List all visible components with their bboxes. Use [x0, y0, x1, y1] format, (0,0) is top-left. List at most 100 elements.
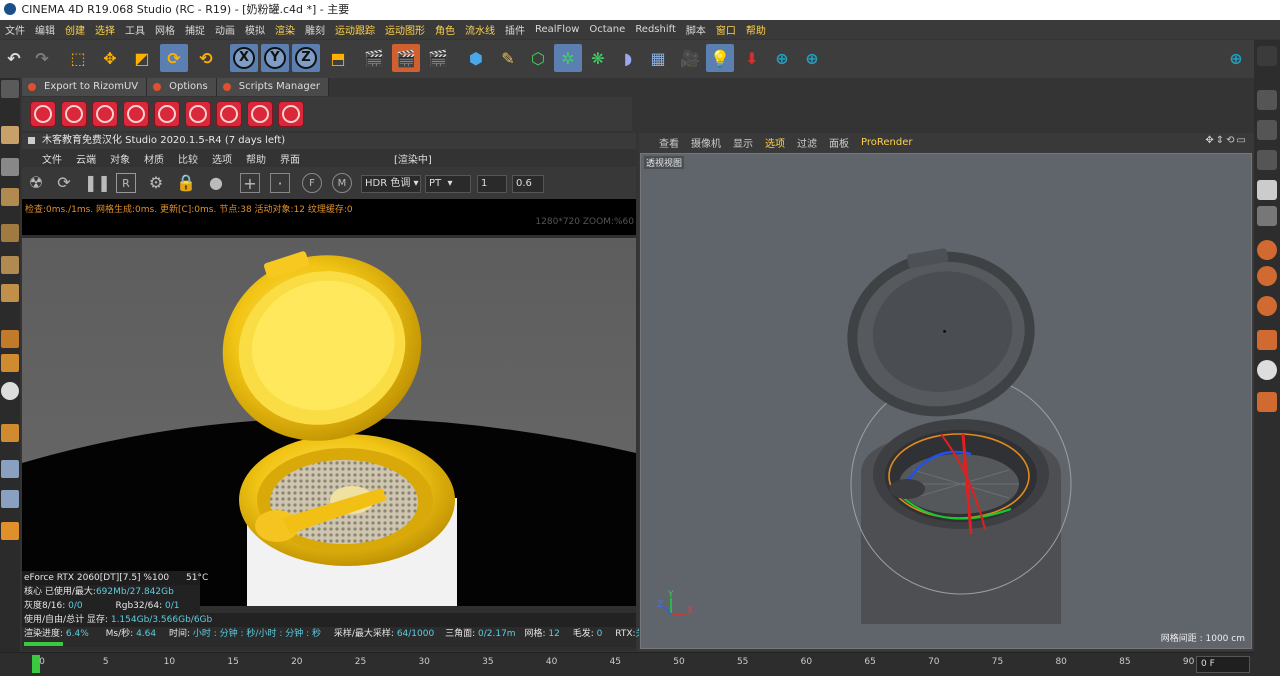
menu-item[interactable]: 网格	[150, 22, 180, 37]
viewport-menu-item[interactable]: 选项	[765, 135, 785, 150]
menu-item[interactable]: 选择	[90, 22, 120, 37]
weight-icon[interactable]	[1257, 296, 1277, 316]
viewport-menu-item[interactable]: 过滤	[797, 135, 817, 150]
workplane-lock-icon[interactable]	[1, 490, 19, 508]
render-menu-item[interactable]: 文件	[42, 151, 62, 166]
viewport-menu-item[interactable]: 摄像机	[691, 135, 721, 150]
pause-render-icon[interactable]: ❚❚	[84, 173, 111, 193]
viewport-nav-icons[interactable]: ✥⇕⟲▭	[1205, 135, 1248, 146]
attribute-icon[interactable]	[1257, 180, 1277, 200]
tag-icon[interactable]	[1257, 90, 1277, 110]
tab-export-rizomuv[interactable]: Export to RizomUV	[22, 78, 148, 96]
sky-icon[interactable]: ⊕	[768, 44, 796, 72]
tweak-mode-icon[interactable]	[1, 354, 19, 372]
edges-mode-icon[interactable]	[1, 256, 19, 274]
plugin-button-icon[interactable]	[185, 101, 211, 127]
add-region-icon[interactable]: +	[240, 173, 260, 193]
menu-item[interactable]: 脚本	[681, 22, 711, 37]
texture-mode-icon[interactable]	[1, 158, 19, 176]
z-axis-lock-button[interactable]: Z	[292, 44, 320, 72]
menu-item[interactable]: 流水线	[460, 22, 500, 37]
kernel-mode-select[interactable]: PT ▾	[425, 175, 471, 193]
undo-icon[interactable]: ↶	[0, 44, 28, 72]
palette-icon[interactable]	[1257, 46, 1277, 66]
make-editable-icon[interactable]	[1, 80, 19, 98]
deformer-icon[interactable]: ❋	[584, 44, 612, 72]
drop-object-icon[interactable]: ⬇	[738, 44, 766, 72]
render-menu-item[interactable]: 帮助	[246, 151, 266, 166]
layout-globe-icon[interactable]: ⊕	[1222, 44, 1250, 72]
menu-item[interactable]: 雕刻	[300, 22, 330, 37]
solo-icon[interactable]	[1, 382, 19, 400]
material-pick-icon[interactable]: M	[332, 173, 352, 193]
plugin-button-icon[interactable]	[247, 101, 273, 127]
render-menu-item[interactable]: 选项	[212, 151, 232, 166]
menu-item[interactable]: 文件	[0, 22, 30, 37]
menu-item[interactable]: 运动图形	[380, 22, 430, 37]
joint-icon[interactable]	[1257, 206, 1277, 226]
live-selection-icon[interactable]: ⬚	[64, 44, 92, 72]
viewport-menu-item[interactable]: ProRender	[861, 137, 912, 148]
bone-icon[interactable]	[1257, 360, 1277, 380]
array-icon[interactable]: ✲	[554, 44, 582, 72]
restart-render-icon[interactable]: ⟳	[54, 173, 74, 193]
focus-pick-icon[interactable]: ·	[270, 173, 290, 193]
hdr-tone-select[interactable]: HDR 色调 ▾	[361, 175, 421, 193]
menu-item[interactable]: 插件	[500, 22, 530, 37]
coordinate-system-icon[interactable]: ⬒	[324, 44, 352, 72]
current-frame-field[interactable]: 0 F	[1196, 656, 1250, 673]
render-region-icon[interactable]: 🎬	[392, 44, 420, 72]
render-menu-item[interactable]: 界面	[280, 151, 300, 166]
axis-mode-icon[interactable]	[1, 330, 19, 348]
render-menu-item[interactable]: 对象	[110, 151, 130, 166]
search-icon[interactable]	[1257, 392, 1277, 412]
menu-item[interactable]: 创建	[60, 22, 90, 37]
send-scene-icon[interactable]: ☢	[26, 173, 46, 193]
lock-icon[interactable]: 🔒	[176, 173, 196, 193]
model-mode-icon[interactable]	[1, 126, 19, 144]
menu-item[interactable]: 捕捉	[180, 22, 210, 37]
tab-scripts-manager[interactable]: Scripts Manager	[216, 78, 329, 96]
viewport-menu-item[interactable]: 面板	[829, 135, 849, 150]
menu-item[interactable]: 运动跟踪	[330, 22, 380, 37]
plugin-button-icon[interactable]	[278, 101, 304, 127]
workplane-mode-icon[interactable]	[1, 188, 19, 206]
menu-item[interactable]: 帮助	[741, 22, 771, 37]
floor-icon[interactable]: ▦	[644, 44, 672, 72]
film-settings-icon[interactable]: F	[302, 173, 322, 193]
clay-mode-icon[interactable]: ●	[206, 173, 226, 193]
redo-icon[interactable]: ↷	[28, 44, 56, 72]
render-menu-item[interactable]: 比较	[178, 151, 198, 166]
generator-icon[interactable]: ⬡	[524, 44, 552, 72]
menu-item[interactable]: RealFlow	[530, 24, 584, 35]
menu-item[interactable]: Redshift	[630, 24, 681, 35]
viewport-menu-item[interactable]: 查看	[659, 135, 679, 150]
quantize-icon[interactable]	[1, 460, 19, 478]
rotate-tool-icon[interactable]: ⟳	[160, 44, 188, 72]
cube-primitive-icon[interactable]: ⬢	[462, 44, 490, 72]
plugin-button-icon[interactable]	[216, 101, 242, 127]
sculpt-icon[interactable]	[1257, 150, 1277, 170]
move-tool-icon[interactable]: ✥	[96, 44, 124, 72]
render-menu-item[interactable]: 材质	[144, 151, 164, 166]
spin-value-2[interactable]: 0.6	[512, 175, 544, 193]
snap-icon[interactable]	[1, 424, 19, 442]
menu-item[interactable]: 工具	[120, 22, 150, 37]
tab-options[interactable]: Options	[147, 78, 217, 96]
ik-icon[interactable]	[1257, 240, 1277, 260]
render-menu-item[interactable]: 云端	[76, 151, 96, 166]
menu-item[interactable]: Octane	[584, 24, 630, 35]
menu-item[interactable]: 动画	[210, 22, 240, 37]
spin-value-1[interactable]: 1	[477, 175, 507, 193]
timeline-ruler[interactable]: 0 F 0 5 10 15 20 25 30 35 40 45 50 55 60 65 70 75 80 85 90	[0, 652, 1254, 676]
scale-tool-icon[interactable]: ◩	[128, 44, 156, 72]
plugin-button-icon[interactable]	[61, 101, 87, 127]
menu-item[interactable]: 编辑	[30, 22, 60, 37]
render-settings-gear-icon[interactable]: ⚙	[146, 173, 166, 193]
menu-item[interactable]: 角色	[430, 22, 460, 37]
camera-icon[interactable]: 🎥	[676, 44, 704, 72]
points-mode-icon[interactable]	[1, 224, 19, 242]
pen-spline-icon[interactable]: ✎	[494, 44, 522, 72]
region-render-icon[interactable]: R	[116, 173, 136, 193]
delete-icon[interactable]	[1257, 330, 1277, 350]
